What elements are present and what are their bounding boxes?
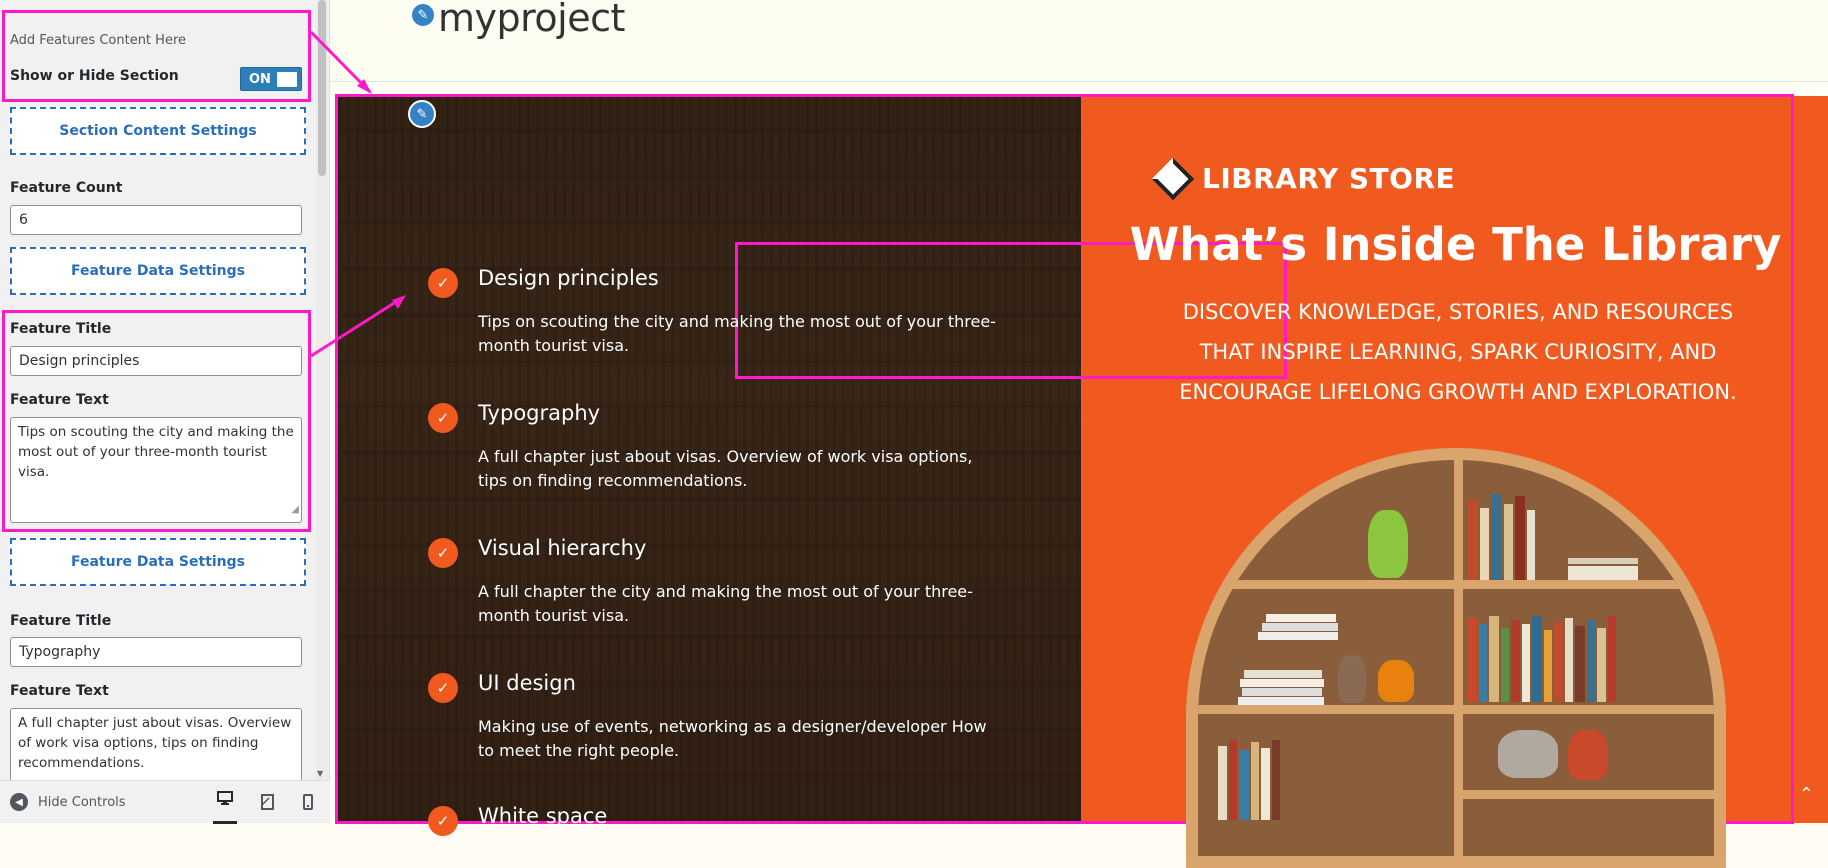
feature-title: Design principles	[478, 266, 659, 290]
diamond-logo-icon	[1151, 157, 1195, 200]
feature-data-settings-button-2[interactable]: Feature Data Settings	[10, 538, 306, 586]
section-content-settings-button[interactable]: Section Content Settings	[10, 107, 306, 155]
feature-title: White space	[478, 804, 608, 828]
feature-text-value-2: A full chapter just about visas. Overvie…	[18, 715, 292, 771]
check-icon: ✓	[428, 806, 458, 836]
feature-text: Making use of events, networking as a de…	[478, 717, 987, 760]
customizer-panel: Add Features Content Here Show or Hide S…	[0, 0, 330, 824]
show-hide-label: Show or Hide Section	[10, 68, 179, 84]
section-heading: What’s Inside The Library	[1129, 218, 1782, 271]
panel-scrollbar[interactable]: ▼	[316, 0, 328, 780]
customizer-footer: ◀ Hide Controls	[0, 780, 330, 824]
feature-data-settings-button-1[interactable]: Feature Data Settings	[10, 247, 306, 295]
site-title[interactable]: myproject	[438, 0, 625, 40]
section-intro-text: Add Features Content Here	[10, 33, 186, 48]
feature-text: A full chapter the city and making the m…	[478, 582, 973, 625]
show-hide-toggle[interactable]: ON	[240, 67, 302, 91]
brand: LIBRARY STORE	[1151, 157, 1456, 200]
scroll-down-icon[interactable]: ▼	[317, 769, 323, 778]
mobile-icon[interactable]	[296, 791, 320, 813]
features-section: ✎ ✓ Design principles Tips on scouting t…	[335, 94, 1828, 868]
hide-controls-label: Hide Controls	[38, 794, 126, 810]
feature-title-input-1[interactable]: Design principles	[10, 346, 302, 376]
feature-title: Typography	[478, 401, 601, 425]
feature-text-area-2[interactable]: A full chapter just about visas. Overvie…	[10, 708, 302, 780]
feature-title-input-2[interactable]: Typography	[10, 637, 302, 667]
bookshelf-image	[1186, 448, 1726, 868]
desktop-icon[interactable]	[213, 791, 237, 824]
chevron-up-icon[interactable]: ⌃	[1799, 784, 1814, 805]
feature-count-input[interactable]: 6	[10, 205, 302, 235]
site-header: ✎ myproject	[330, 0, 1828, 82]
feature-title-label-1: Feature Title	[10, 321, 112, 337]
toggle-state-label: ON	[249, 72, 271, 87]
toggle-knob	[277, 72, 297, 87]
feature-count-label: Feature Count	[10, 180, 123, 196]
hide-controls-button[interactable]: ◀ Hide Controls	[10, 793, 126, 811]
feature-text: A full chapter just about visas. Overvie…	[478, 447, 973, 490]
check-icon: ✓	[428, 538, 458, 568]
pencil-icon[interactable]: ✎	[410, 2, 436, 28]
check-icon: ✓	[428, 268, 458, 298]
brand-name: LIBRARY STORE	[1202, 162, 1456, 195]
feature-text-label-1: Feature Text	[10, 392, 109, 408]
feature-text: Tips on scouting the city and making the…	[478, 312, 996, 355]
resize-handle-icon[interactable]: ◢	[291, 500, 299, 520]
tablet-icon[interactable]	[255, 791, 279, 813]
check-icon: ✓	[428, 403, 458, 433]
section-subtext: DISCOVER KNOWLEDGE, STORIES, AND RESOURC…	[1179, 300, 1737, 404]
feature-text-value-1: Tips on scouting the city and making the…	[18, 424, 294, 480]
site-preview: ✎ myproject ✎ ✓ Design principles Tips o…	[330, 0, 1828, 868]
customizer-controls: Add Features Content Here Show or Hide S…	[0, 0, 316, 780]
check-icon: ✓	[428, 673, 458, 703]
scrollbar-thumb[interactable]	[318, 0, 326, 176]
feature-text-label-2: Feature Text	[10, 683, 109, 699]
feature-text-area-1[interactable]: Tips on scouting the city and making the…	[10, 417, 302, 523]
chevron-left-circle-icon: ◀	[10, 793, 28, 811]
feature-title: UI design	[478, 671, 576, 695]
feature-title: Visual hierarchy	[478, 536, 647, 560]
feature-title-label-2: Feature Title	[10, 613, 112, 629]
pencil-icon[interactable]: ✎	[408, 100, 436, 128]
